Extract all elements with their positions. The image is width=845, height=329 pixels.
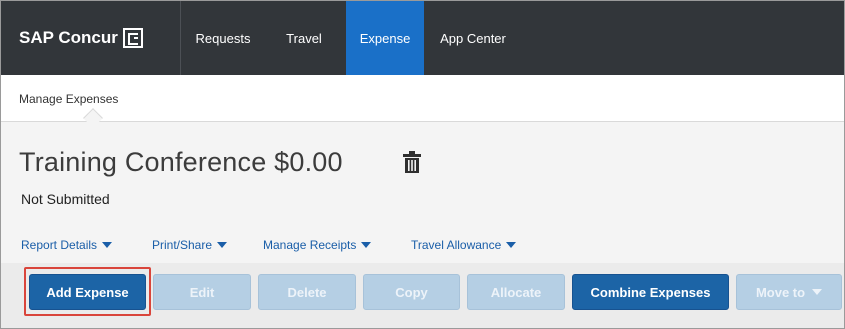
combine-expenses-button[interactable]: Combine Expenses [572,274,729,310]
allocate-button[interactable]: Allocate [467,274,565,310]
menu-manage-receipts-label: Manage Receipts [263,238,357,252]
concur-logo-icon [122,28,143,48]
nav-expense[interactable]: Expense [346,1,424,75]
sub-navigation: Manage Expenses [1,75,844,122]
caret-down-icon [217,242,228,248]
app-window: SAP Concur Requests Travel Expense App C… [0,0,845,329]
brand-logo[interactable]: SAP Concur [19,1,181,75]
delete-button[interactable]: Delete [258,274,356,310]
menu-print-share-label: Print/Share [152,238,213,252]
nav-travel[interactable]: Travel [262,1,346,75]
caret-down-icon [812,289,823,295]
edit-button[interactable]: Edit [153,274,251,310]
subnav-manage-expenses[interactable]: Manage Expenses [19,92,118,106]
highlight-outline [24,267,151,316]
nav-requests[interactable]: Requests [184,1,262,75]
caret-down-icon [506,242,517,248]
menu-report-details[interactable]: Report Details [21,238,113,252]
report-status: Not Submitted [21,191,110,207]
brand-name: SAP Concur [19,28,118,47]
menu-travel-allowance-label: Travel Allowance [411,238,502,252]
nav-app-center[interactable]: App Center [424,1,522,75]
menu-report-details-label: Report Details [21,238,98,252]
trash-icon[interactable] [403,151,421,173]
menu-travel-allowance[interactable]: Travel Allowance [411,238,517,252]
top-navigation: SAP Concur Requests Travel Expense App C… [1,1,844,75]
menu-manage-receipts[interactable]: Manage Receipts [263,238,372,252]
caret-down-icon [102,242,113,248]
copy-button[interactable]: Copy [363,274,460,310]
report-title: Training Conference $0.00 [19,147,343,177]
menu-print-share[interactable]: Print/Share [152,238,228,252]
caret-down-icon [361,242,372,248]
move-to-label: Move to [755,284,806,300]
move-to-button[interactable]: Move to [736,274,842,310]
